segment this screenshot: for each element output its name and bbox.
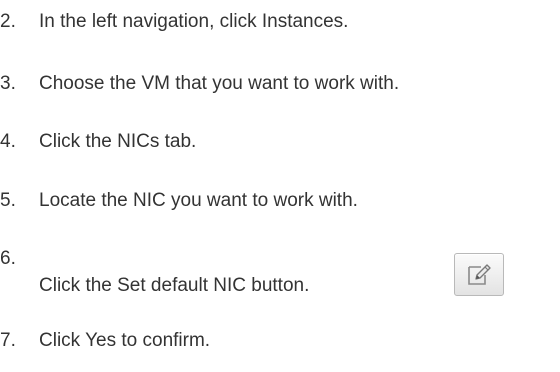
step-number: 3. [0,73,16,94]
step-number: 5. [0,190,16,211]
step-number: 6. [0,248,16,269]
set-default-nic-button[interactable] [454,253,504,296]
step-text: Locate the NIC you want to work with. [39,190,358,211]
step-number: 7. [0,330,16,351]
step-text: In the left navigation, click Instances. [39,11,349,32]
step-number: 4. [0,131,16,152]
step-number: 2. [0,11,16,32]
edit-icon [468,264,491,285]
step-text: Click Yes to confirm. [39,330,211,351]
step-text: Choose the VM that you want to work with… [39,73,400,94]
step-text: Click the Set default NIC button. [39,275,310,296]
step-text: Click the NICs tab. [39,131,197,152]
